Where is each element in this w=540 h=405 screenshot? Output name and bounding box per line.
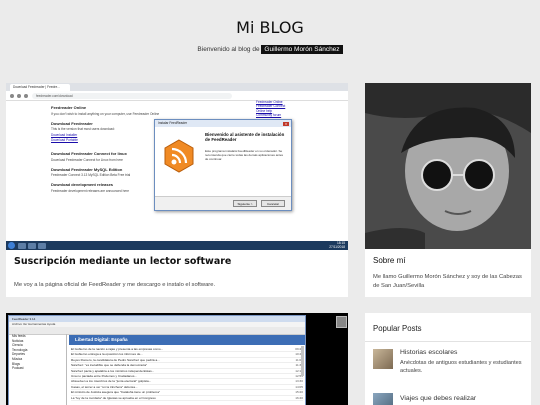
dialog-button-bar: Siguiente > Cancelar bbox=[155, 196, 291, 210]
feedreader-window: FeedReader 3.14 Archivo Ver Herramientas… bbox=[8, 315, 306, 405]
popular-post-description: Anécdotas de antiguos estudiantes y estu… bbox=[400, 360, 522, 374]
popular-posts-heading: Popular Posts bbox=[373, 324, 422, 333]
popular-post-title[interactable]: Viajes que debes realizar bbox=[400, 395, 476, 402]
author-name-highlight: Guillermo Morón Sánchez bbox=[261, 45, 343, 54]
blog-subtitle: Bienvenido al blog de Guillermo Morón Sá… bbox=[0, 45, 540, 54]
popular-post-thumbnail[interactable] bbox=[373, 349, 393, 369]
browser-tab-strip: Download Feedreader | Feedre... bbox=[6, 83, 348, 91]
author-photo bbox=[365, 83, 531, 249]
forward-icon bbox=[17, 93, 21, 98]
feed-header: Libertad Digital: España bbox=[69, 335, 305, 345]
taskbar-date: 27/11/2018 bbox=[329, 244, 345, 249]
scrollbar bbox=[301, 346, 304, 376]
back-icon bbox=[10, 93, 14, 98]
taskbar-app-icon bbox=[18, 242, 26, 249]
divider bbox=[365, 341, 531, 342]
author-portrait-image bbox=[365, 83, 531, 249]
dialog-text: Este programa instalará FeedReader en su… bbox=[205, 149, 284, 161]
windows-taskbar: 18:15 27/11/2018 bbox=[6, 241, 348, 250]
post-card-subscription[interactable]: Download Feedreader | Feedre... feedread… bbox=[6, 83, 348, 297]
browser-tab: Download Feedreader | Feedre... bbox=[10, 84, 70, 91]
desktop-shortcut-icon bbox=[336, 316, 347, 328]
blog-title[interactable]: Mi BLOG bbox=[0, 18, 540, 37]
address-bar: feedreader.com/download bbox=[32, 92, 232, 99]
about-heading: Sobre mí bbox=[373, 256, 406, 265]
tree-item: Podcast bbox=[12, 366, 24, 371]
taskbar-app-icon bbox=[28, 242, 36, 249]
dialog-heading: Bienvenido al asistente de instalación d… bbox=[205, 132, 285, 142]
popular-post-item[interactable]: Viajes que debes realizar bbox=[373, 393, 528, 405]
feed-item-list: El Gobierno de la nación a rajas y prese… bbox=[71, 347, 303, 402]
about-text: Me llamo Guillermo Morón Sánchez y soy d… bbox=[373, 274, 522, 289]
feed-row: La "ley de la mordaza" de Iglesias se ap… bbox=[71, 395, 303, 402]
post-card-feedreader[interactable]: FeedReader 3.14 Archivo Ver Herramientas… bbox=[6, 313, 348, 405]
section-heading: Feedreader Online bbox=[51, 105, 87, 110]
reload-icon bbox=[24, 93, 28, 98]
close-icon: ✕ bbox=[283, 121, 289, 126]
popular-post-item[interactable]: Historias escolares Anécdotas de antiguo… bbox=[373, 349, 528, 385]
windows-start-icon bbox=[8, 242, 15, 249]
post-thumbnail[interactable]: Download Feedreader | Feedre... feedread… bbox=[6, 83, 348, 250]
side-link: Community forum bbox=[256, 112, 282, 117]
popular-post-thumbnail[interactable] bbox=[373, 393, 393, 405]
feedreader-logo-icon bbox=[164, 139, 194, 173]
popular-posts-widget: Popular Posts Historias escolares Anécdo… bbox=[365, 313, 531, 405]
taskbar-app-icon bbox=[38, 242, 46, 249]
dialog-next-button: Siguiente > bbox=[233, 200, 257, 207]
about-widget: Sobre mí Me llamo Guillermo Morón Sánche… bbox=[365, 83, 531, 297]
post-excerpt: Me voy a la página oficial de FeedReader… bbox=[14, 282, 216, 288]
section-text: If you don't wish to install anything on… bbox=[51, 111, 160, 116]
post-thumbnail[interactable]: FeedReader 3.14 Archivo Ver Herramientas… bbox=[6, 313, 348, 405]
installer-dialog: Instalar FeedReader ✕ Bienvenido al asis… bbox=[154, 119, 292, 211]
feed-tree: Mis feeds Noticias Ciencia Tecnología De… bbox=[9, 334, 67, 405]
subtitle-prefix: Bienvenido al blog de bbox=[197, 46, 260, 53]
taskbar-clock: 18:15 27/11/2018 bbox=[329, 241, 345, 249]
dialog-title: Instalar FeedReader bbox=[155, 120, 291, 127]
post-title[interactable]: Suscripción mediante un lector software bbox=[14, 256, 231, 267]
dialog-cancel-button: Cancelar bbox=[261, 200, 285, 207]
popular-post-title[interactable]: Historias escolares bbox=[400, 349, 457, 356]
